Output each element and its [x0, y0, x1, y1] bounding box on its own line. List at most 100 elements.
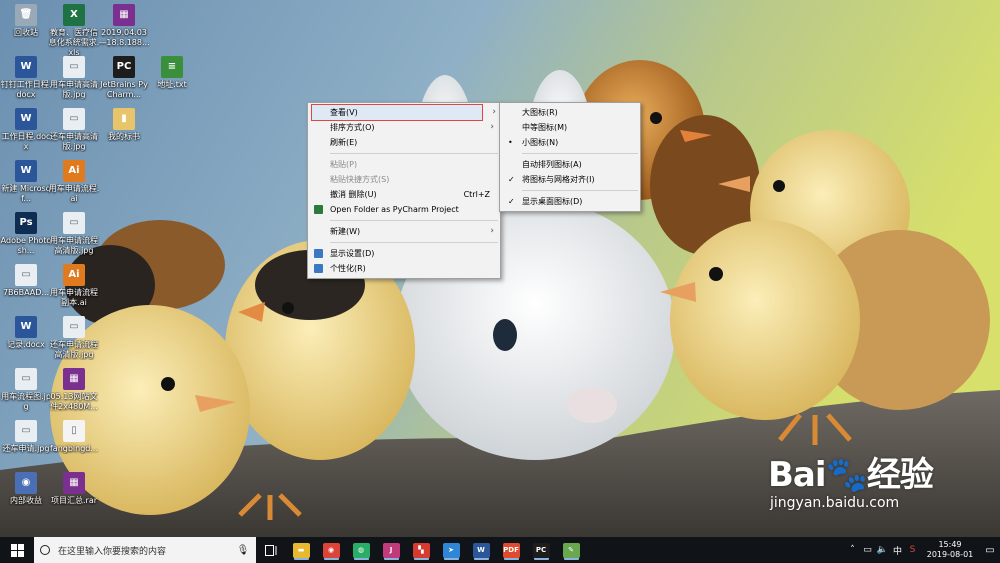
taskbar-app-button[interactable]: PC [526, 537, 556, 563]
file-icon: ▭ [63, 316, 85, 338]
file-icon: ◉ [15, 472, 37, 494]
desktop-icon[interactable]: W 新建 Microsof... [0, 160, 52, 204]
desktop-icon-label: 地址.txt [157, 80, 187, 89]
taskbar-app-button[interactable]: PDF [496, 537, 526, 563]
desktop-icon[interactable]: ▦ 05.13网站文件2x480M... [48, 368, 100, 412]
menu-item-label: 刷新(E) [330, 138, 358, 147]
chevron-right-icon: › [492, 107, 496, 117]
context-menu-item[interactable]: 查看(V) › [311, 104, 496, 121]
task-view-icon [264, 544, 276, 556]
desktop-icon[interactable]: ▦ 2019.04.03—18.8.188... [98, 4, 150, 48]
task-view-button[interactable] [256, 537, 286, 563]
view-submenu-item[interactable]: 大图标(R) [500, 105, 640, 120]
taskbar-app-button[interactable]: ▚ [406, 537, 436, 563]
menu-item-label: 新建(W) [330, 227, 361, 236]
view-submenu-item[interactable]: ✓ 将图标与网格对齐(I) [500, 172, 640, 187]
desktop-icon-label: 2019.04.03—18.8.188... [98, 28, 150, 47]
context-menu-item[interactable]: 个性化(R) [308, 261, 500, 276]
desktop-icon-label: 还车申请.jpg [2, 444, 50, 453]
taskbar-search-box[interactable]: 在这里输入你要搜索的内容 🎙 [34, 537, 256, 563]
system-tray: ˄ ▭ 🔈 中 S 15:49 2019-08-01 ▭ [845, 537, 1000, 563]
desktop-icon[interactable]: ▮ 我的标书 [98, 108, 150, 142]
microphone-icon[interactable]: 🎙 [236, 545, 250, 556]
taskbar-app-button[interactable]: ▬ [286, 537, 316, 563]
context-menu-item[interactable]: 粘贴快捷方式(S) [308, 172, 500, 187]
volume-icon[interactable]: 🔈 [875, 545, 890, 555]
view-submenu-item[interactable]: • 小图标(N) [500, 135, 640, 150]
context-menu-item[interactable]: 撤消 删除(U) Ctrl+Z [308, 187, 500, 202]
taskbar-app-button[interactable]: ◍ [346, 537, 376, 563]
chevron-up-icon[interactable]: ˄ [845, 545, 860, 555]
file-icon: ▦ [63, 472, 85, 494]
view-submenu: 大图标(R) 中等图标(M) • 小图标(N) 自动排列图标(A) ✓ 将图标与网格对齐(I… [499, 102, 641, 212]
desktop-icon[interactable]: ▭ 还车申请高清版.jpg [48, 108, 100, 152]
desktop-icon[interactable]: ▭ 用车申请高清版.jpg [48, 56, 100, 100]
pdf-icon: PDF [502, 542, 520, 558]
desktop-icon[interactable]: Ai 用车申请流程副本.ai [48, 264, 100, 308]
file-icon: ▯ [63, 420, 85, 442]
desktop-icon[interactable]: 🗑 回收站 [0, 4, 52, 38]
file-icon: ▮ [113, 108, 135, 130]
context-menu-item[interactable]: 刷新(E) [308, 135, 500, 150]
feishu-icon: ➤ [442, 542, 460, 558]
file-icon: Ai [63, 264, 85, 286]
file-icon: W [15, 160, 37, 182]
desktop-icon[interactable]: ▭ 用车流程图.jpg [0, 368, 52, 412]
desktop-icon[interactable]: W 记录.docx [0, 316, 52, 350]
baidu-jingyan-watermark: Bai🐾经验 jingyan.baidu.com [768, 455, 998, 511]
ime-icon[interactable]: 中 [890, 544, 905, 557]
desktop-icon[interactable]: ▭ 用车申请流程高清版.jpg [48, 212, 100, 256]
context-menu-item[interactable]: Open Folder as PyCharm Project [308, 202, 500, 217]
file-icon: PC [113, 56, 135, 78]
desktop-icon-label: 用车申请高清版.jpg [50, 80, 98, 99]
desktop-icon[interactable]: W 工作日程.docx [0, 108, 52, 152]
clock[interactable]: 15:49 2019-08-01 [920, 540, 980, 560]
desktop-icon[interactable]: X 教育、医疗信息化系统需求.xls [48, 4, 100, 58]
checkmark-icon: ✓ [508, 175, 515, 184]
view-submenu-item[interactable]: ✓ 显示桌面图标(D) [500, 194, 640, 209]
menu-item-label: 自动排列图标(A) [522, 160, 582, 169]
desktop-icon-label: 教育、医疗信息化系统需求.xls [48, 28, 100, 57]
file-icon: W [15, 108, 37, 130]
view-submenu-item[interactable]: 自动排列图标(A) [500, 157, 640, 172]
desktop-icon[interactable]: ▭ 还车申请流程高清版.jpg [48, 316, 100, 360]
jetbrains-icon: J [382, 542, 400, 558]
context-menu-item[interactable]: 粘贴(P) [308, 157, 500, 172]
desktop-icon[interactable]: Ps Adobe Photosh... [0, 212, 52, 256]
desktop-icon[interactable]: PC JetBrains PyCharm... [98, 56, 150, 100]
desktop-icon[interactable]: ≡ 地址.txt [146, 56, 198, 90]
desktop-icon-label: 用车申请流程.ai [48, 184, 100, 203]
taskbar-app-button[interactable]: J [376, 537, 406, 563]
desktop-icon[interactable]: Ai 用车申请流程.ai [48, 160, 100, 204]
file-icon: ▭ [63, 108, 85, 130]
checkmark-icon: ✓ [508, 197, 515, 206]
taskbar-app-button[interactable]: ◉ [316, 537, 346, 563]
desktop-icon[interactable]: ▯ fangbingd... [48, 420, 100, 454]
context-menu-item[interactable]: 显示设置(D) [308, 246, 500, 261]
file-icon: W [15, 316, 37, 338]
taskbar-app-button[interactable]: ✎ [556, 537, 586, 563]
start-button[interactable] [0, 537, 34, 563]
desktop-icon-label: 用车申请流程高清版.jpg [50, 236, 98, 255]
taskbar-app-button[interactable]: ➤ [436, 537, 466, 563]
desktop-icon-label: 用车流程图.jpg [1, 392, 51, 411]
desktop-icon-label: Adobe Photosh... [0, 236, 52, 255]
desktop-icon[interactable]: ◉ 内部收益 [0, 472, 52, 506]
file-icon: Ai [63, 160, 85, 182]
desktop-icon[interactable]: ▦ 项目汇总.rar [48, 472, 100, 506]
taskbar-app-button[interactable]: W [466, 537, 496, 563]
network-icon[interactable]: ▭ [860, 545, 875, 555]
file-icon: ▭ [15, 264, 37, 286]
desktop-icon[interactable]: ▭ 7B6BAAD... [0, 264, 52, 298]
desktop-icon[interactable]: W 钉钉工作日程.docx [0, 56, 52, 100]
desktop-icon[interactable]: ▭ 还车申请.jpg [0, 420, 52, 454]
sogou-icon[interactable]: S [905, 545, 920, 555]
context-menu-item[interactable]: 排序方式(O) › [308, 120, 500, 135]
menu-item-shortcut: Ctrl+Z [463, 190, 490, 199]
desktop-icon-label: 项目汇总.rar [50, 496, 98, 505]
desktop-icon-label: 回收站 [14, 28, 38, 37]
view-submenu-item[interactable]: 中等图标(M) [500, 120, 640, 135]
context-menu-item[interactable]: 新建(W) › [308, 224, 500, 239]
pycharm-icon [314, 205, 323, 214]
notification-icon[interactable]: ▭ [980, 545, 1000, 556]
